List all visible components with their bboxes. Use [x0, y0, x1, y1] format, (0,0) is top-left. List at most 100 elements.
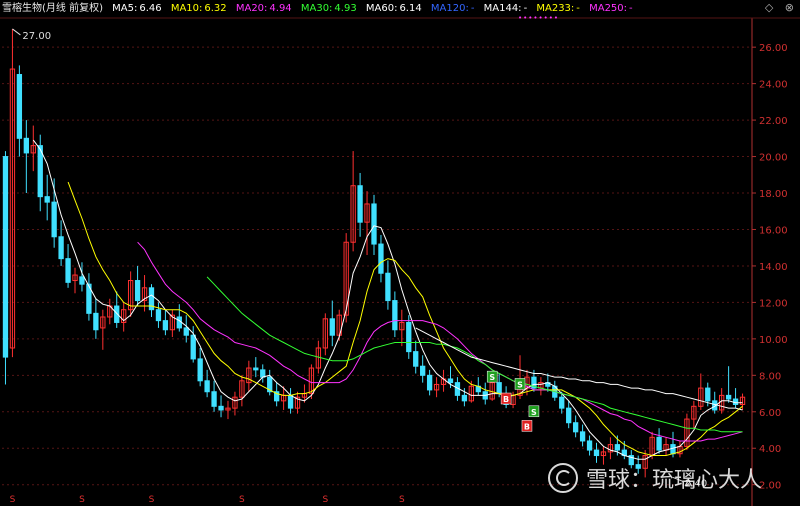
ma30-legend: MA30: 4.93 — [301, 3, 357, 14]
ma30-label: MA30: — [300, 3, 333, 14]
candle-body — [586, 440, 593, 451]
candle-body — [23, 137, 29, 154]
ma144-legend: MA144: - — [484, 3, 528, 14]
ma233-label: MA233: — [536, 3, 575, 14]
ma250-value: - — [629, 3, 633, 14]
y-tick-label: 8.00 — [759, 371, 781, 382]
candle-body — [44, 196, 50, 203]
xueqiu-logo-icon — [547, 463, 578, 493]
bottom-markers: SSSSSS — [10, 495, 405, 505]
candle-body — [572, 422, 579, 433]
y-tick-label: 6.00 — [759, 408, 781, 419]
y-tick-label: 26.00 — [759, 43, 788, 54]
candle-body — [392, 300, 398, 331]
candle-body — [134, 280, 141, 302]
ma-dots-indicator: •••••••• — [518, 14, 560, 22]
candle-body — [614, 444, 621, 451]
grid-lines: 2.00 4.00 6.00 8.00 10.00 12.00 14.00 16.00 18.0… — [2, 43, 788, 492]
y-tick-label: 12.00 — [759, 298, 788, 309]
ma20-label: MA20: — [235, 3, 268, 14]
candle-body — [58, 236, 64, 260]
signal-letter: B — [524, 422, 530, 431]
bottom-marker: S — [399, 495, 405, 505]
ma5-value: 6.46 — [139, 3, 162, 14]
candle-body — [16, 74, 23, 139]
ma20-legend: MA20: 4.94 — [236, 3, 292, 14]
signal-letter: S — [517, 380, 523, 389]
y-tick-label: 4.00 — [759, 444, 781, 455]
candle-body — [461, 394, 468, 402]
ma250-label: MA250: — [589, 3, 628, 14]
chart-header: 雪榕生物(月线 前复权) MA5: 6.46 MA10: 6.32 MA20: 4.9… — [0, 0, 800, 18]
candle-body — [385, 272, 391, 302]
bottom-marker: S — [79, 495, 85, 505]
y-tick-label: 2.00 — [759, 481, 781, 492]
watermark: 雪球：琉璃心大人 — [547, 462, 762, 494]
ma233-legend: MA233: - — [536, 3, 580, 14]
y-tick-label: 20.00 — [759, 153, 788, 164]
candle-body — [2, 156, 9, 358]
candle-body — [593, 449, 600, 457]
candle-body — [253, 367, 259, 371]
candle-body — [51, 201, 57, 238]
signal-letter: S — [531, 408, 537, 417]
settings-icon[interactable]: ◇ — [765, 1, 773, 14]
ma60-label: MA60: — [365, 3, 398, 14]
ma60-legend: MA60: 6.14 — [366, 3, 422, 14]
candle-body — [93, 312, 99, 331]
ma144-label: MA144: — [483, 3, 522, 14]
kline-chart[interactable]: 2.00 4.00 6.00 8.00 10.00 12.00 14.00 16.00 18.0… — [0, 0, 800, 506]
candle-body — [329, 318, 335, 336]
candle-body — [725, 394, 732, 400]
bottom-marker: S — [149, 495, 155, 505]
candle-body — [260, 369, 266, 378]
candle-body — [183, 327, 189, 336]
ma5-legend: MA5: 6.46 — [112, 3, 161, 14]
bottom-marker: S — [239, 495, 245, 505]
candle-body — [378, 243, 384, 274]
ma-line-ma10 — [67, 181, 743, 456]
y-tick-label: 16.00 — [759, 225, 788, 236]
candle-body — [413, 351, 419, 367]
stock-title: 雪榕生物(月线 前复权) — [2, 3, 103, 14]
candle-body — [732, 398, 739, 405]
candle-body — [211, 391, 217, 407]
candle-body — [357, 185, 363, 223]
close-icon[interactable]: ⊗ — [785, 1, 794, 14]
y-tick-label: 14.00 — [759, 262, 788, 273]
ma60-value: 6.14 — [399, 3, 422, 14]
candle-body — [566, 407, 572, 424]
bottom-marker: S — [10, 495, 16, 505]
ma250-legend: MA250: - — [589, 3, 633, 14]
ma144-value: - — [523, 3, 528, 14]
candle-body — [371, 203, 377, 245]
ma10-legend: MA10: 6.32 — [171, 3, 227, 14]
y-tick-label: 24.00 — [759, 80, 788, 91]
ma233-value: - — [576, 3, 580, 14]
ma120-legend: MA120: - — [431, 3, 475, 14]
candle-body — [287, 394, 294, 409]
ma20-value: 4.94 — [269, 3, 292, 14]
candle-body — [406, 321, 412, 353]
ma30-value: 4.93 — [334, 3, 357, 14]
candle-body — [420, 365, 426, 376]
candle-body — [656, 436, 662, 451]
candle-body — [155, 309, 162, 322]
candle-body — [197, 358, 203, 382]
ma120-label: MA120: — [430, 3, 469, 14]
candle-body — [190, 334, 196, 360]
candle-body — [65, 258, 71, 283]
candle-body — [426, 374, 433, 391]
candle-body — [670, 444, 676, 455]
candle-body — [447, 378, 454, 384]
ma10-value: 6.32 — [204, 3, 227, 14]
signal-letter: B — [503, 395, 509, 404]
ma-line-ma30 — [206, 276, 743, 433]
candle-body — [218, 405, 224, 411]
y-tick-label: 10.00 — [759, 335, 788, 346]
candle-body — [579, 431, 586, 442]
bottom-marker: S — [322, 495, 328, 505]
window-buttons: ◇ ⊗ — [757, 1, 794, 14]
max-label: 27.00 — [22, 31, 51, 42]
ma5-label: MA5: — [112, 3, 138, 14]
